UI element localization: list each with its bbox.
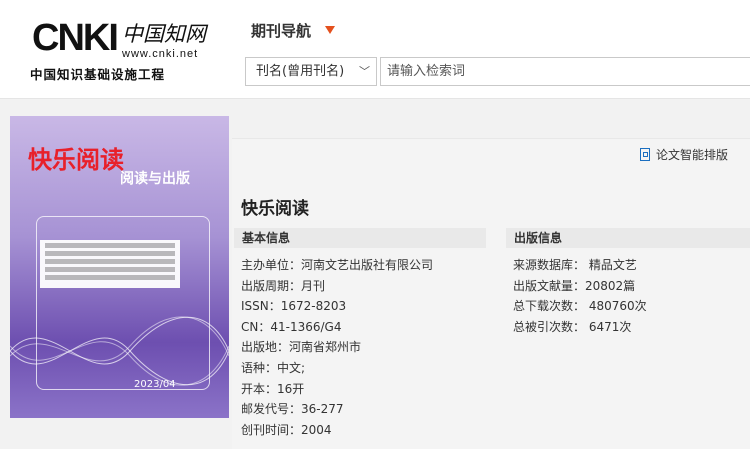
info-row: 创刊时间：2004 bbox=[241, 423, 332, 437]
cover-title: 快乐阅读 bbox=[28, 145, 124, 174]
search-input[interactable]: 请输入检索词 bbox=[380, 57, 750, 86]
search-field-select[interactable]: 刊名(曾用刊名) ﹀ bbox=[245, 57, 377, 86]
publish-row: 来源数据库： 精品文艺 bbox=[513, 258, 637, 272]
cover-toc-box bbox=[40, 240, 180, 288]
info-row: 开本：16开 bbox=[241, 382, 305, 396]
info-row: ISSN：1672-8203 bbox=[241, 299, 347, 313]
logo-url: www.cnki.net bbox=[122, 48, 199, 60]
cover-issue: 2023/04 bbox=[134, 379, 176, 390]
info-row: 邮发代号：36-277 bbox=[241, 402, 344, 416]
publish-row: 总下载次数： 480760次 bbox=[513, 299, 647, 313]
info-row: 出版周期：月刊 bbox=[241, 279, 326, 293]
smart-layout-label: 论文智能排版 bbox=[655, 148, 728, 162]
info-row: CN：41-1366/G4 bbox=[241, 320, 342, 334]
publish-row: 总被引次数： 6471次 bbox=[513, 320, 632, 334]
journal-nav-title[interactable]: 期刊导航 bbox=[251, 20, 311, 41]
chevron-down-icon: ﹀ bbox=[359, 65, 370, 78]
logo-brand: CNKI bbox=[32, 17, 119, 59]
publish-row: 出版文献量：20802篇 bbox=[513, 279, 636, 293]
info-row: 出版地：河南省郑州市 bbox=[241, 340, 362, 354]
basic-info-heading: 基本信息 bbox=[234, 228, 486, 248]
publish-info-heading: 出版信息 bbox=[506, 228, 750, 248]
logo-cn-name: 中国知网 bbox=[122, 22, 206, 46]
journal-title: 快乐阅读 bbox=[241, 199, 309, 219]
smart-layout-button[interactable]: 论文智能排版 bbox=[639, 146, 728, 163]
logo-subtitle: 中国知识基础设施工程 bbox=[30, 67, 166, 82]
cnki-logo[interactable]: CNKI 中国知网 www.cnki.net 中国知识基础设施工程 bbox=[30, 17, 206, 82]
search-field-label: 刊名(曾用刊名) bbox=[256, 64, 345, 79]
cover-subtitle: 阅读与出版 bbox=[120, 171, 190, 187]
site-header: CNKI 中国知网 www.cnki.net 中国知识基础设施工程 期刊导航 刊… bbox=[0, 0, 750, 99]
info-row: 语种：中文; bbox=[241, 361, 306, 375]
dropdown-arrow-icon[interactable] bbox=[325, 26, 335, 34]
info-row: 主办单位：河南文艺出版社有限公司 bbox=[241, 258, 434, 272]
journal-cover-image: 快乐阅读 阅读与出版 2023/04 bbox=[10, 116, 229, 418]
layout-icon bbox=[639, 148, 650, 161]
cover-wave-graphic bbox=[10, 316, 229, 386]
